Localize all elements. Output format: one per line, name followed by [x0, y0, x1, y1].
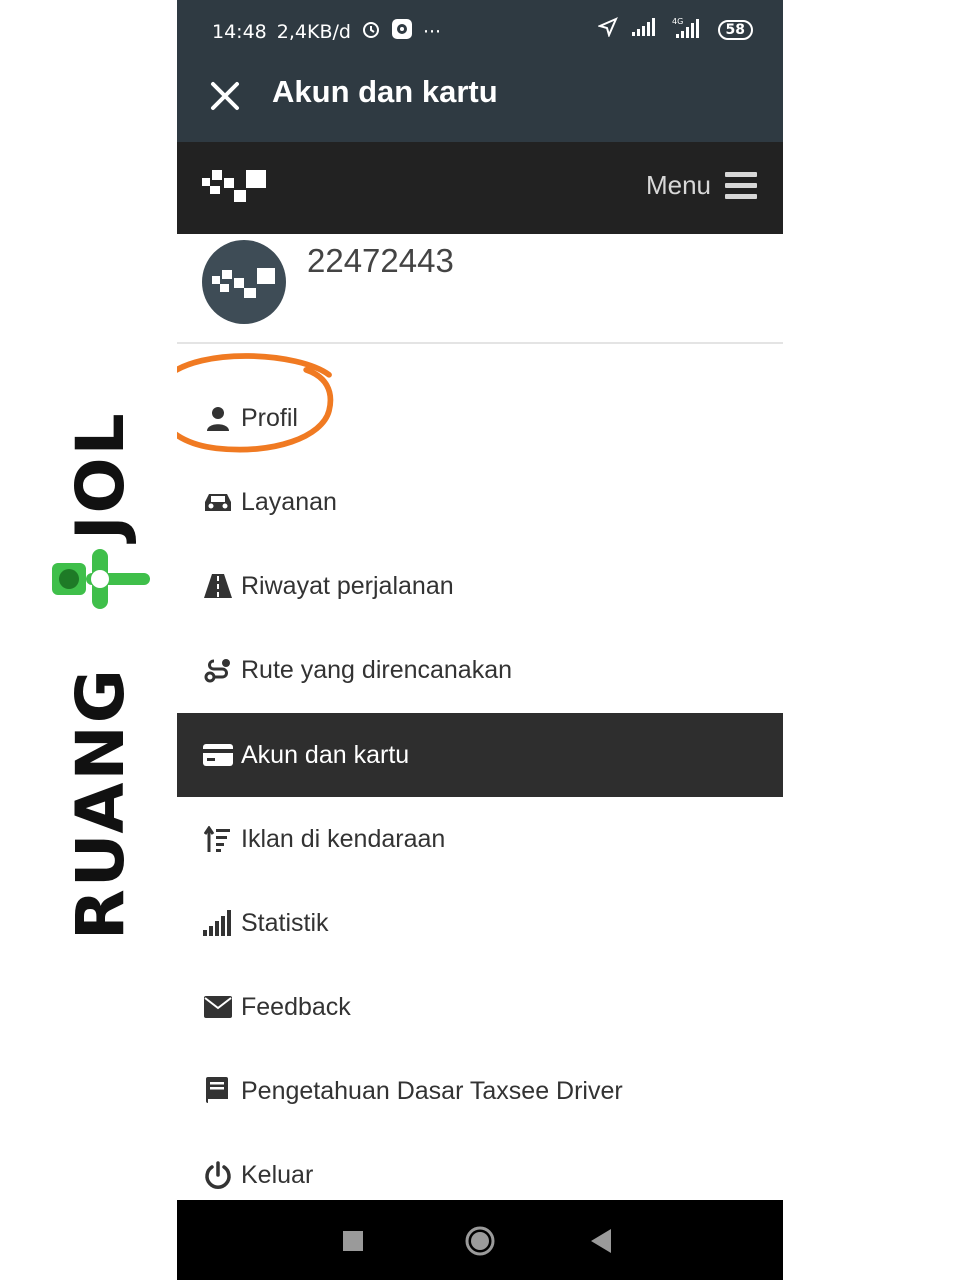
route-icon: [203, 655, 233, 685]
menu-item-label: Keluar: [241, 1160, 314, 1189]
menu-item-akun-kartu[interactable]: Akun dan kartu: [177, 713, 783, 797]
recent-apps-button[interactable]: [343, 1231, 363, 1255]
menu-item-label: Layanan: [241, 487, 337, 516]
menu-item-label: Akun dan kartu: [241, 740, 410, 769]
car-icon: [203, 487, 233, 517]
hamburger-icon: [725, 171, 757, 199]
book-icon: [203, 1076, 233, 1106]
avatar[interactable]: [202, 240, 286, 324]
location-icon: [596, 17, 618, 42]
menu-item-layanan[interactable]: Layanan: [177, 460, 783, 544]
battery-indicator: 58: [717, 19, 753, 40]
power-icon: [203, 1160, 233, 1190]
more-notifications: ···: [422, 20, 442, 43]
road-icon: [203, 571, 233, 601]
alarm-icon: [361, 19, 381, 44]
app-logo: [202, 168, 266, 208]
taxsee-logo-icon: [202, 170, 266, 202]
menu-label: Menu: [645, 170, 711, 200]
menu-item-riwayat[interactable]: Riwayat perjalanan: [177, 544, 783, 628]
menu-item-label: Rute yang direncanakan: [241, 655, 513, 684]
page-title: Akun dan kartu: [272, 74, 498, 109]
phone-screen: 14:48 2,4KB/d ··· 4G 58 Akun dan kartu M…: [177, 0, 783, 1280]
watermark-text-ruang: RUANG: [62, 667, 139, 940]
menu-item-label: Pengetahuan Dasar Taxsee Driver: [241, 1076, 623, 1105]
menu-item-label: Riwayat perjalanan: [241, 571, 454, 600]
profile-header: 22472443: [177, 234, 783, 344]
card-icon: [203, 740, 233, 770]
home-circle-icon: [465, 1226, 495, 1256]
app-header: Menu: [177, 142, 783, 234]
taxsee-logo-icon: [212, 268, 275, 298]
menu-item-pengetahuan[interactable]: Pengetahuan Dasar Taxsee Driver: [177, 1049, 783, 1133]
watermark-text-jol: JOL: [62, 411, 139, 540]
signal-bars-icon: [203, 908, 233, 938]
status-speed: 2,4KB/d: [276, 20, 351, 43]
svg-text:4G: 4G: [672, 17, 683, 26]
menu-item-label: Feedback: [241, 992, 351, 1021]
square-icon: [343, 1231, 363, 1251]
close-icon: [211, 82, 239, 110]
menu-item-label: Iklan di kendaraan: [241, 824, 446, 853]
menu-item-iklan[interactable]: Iklan di kendaraan: [177, 797, 783, 881]
signal-4g-icon: 4G: [672, 16, 704, 43]
menu-button[interactable]: Menu: [646, 170, 757, 201]
menu-item-feedback[interactable]: Feedback: [177, 965, 783, 1049]
user-id: 22472443: [307, 242, 454, 279]
title-bar: Akun dan kartu: [177, 58, 783, 142]
annotation-circle: [177, 353, 334, 453]
menu-item-rute[interactable]: Rute yang direncanakan: [177, 628, 783, 712]
sort-icon: [203, 824, 233, 854]
menu-item-label: Statistik: [241, 908, 329, 937]
menu-item-statistik[interactable]: Statistik: [177, 881, 783, 965]
close-button[interactable]: [205, 76, 245, 116]
envelope-icon: [203, 992, 233, 1022]
status-time: 14:48: [212, 20, 267, 43]
back-triangle-icon: [591, 1229, 611, 1253]
back-button[interactable]: [591, 1229, 611, 1257]
home-button[interactable]: [464, 1225, 496, 1261]
status-bar: 14:48 2,4KB/d ··· 4G 58: [177, 0, 783, 58]
app-notification-icon: [391, 18, 413, 45]
android-nav-bar: [177, 1200, 783, 1280]
signal-icon: [631, 18, 658, 41]
